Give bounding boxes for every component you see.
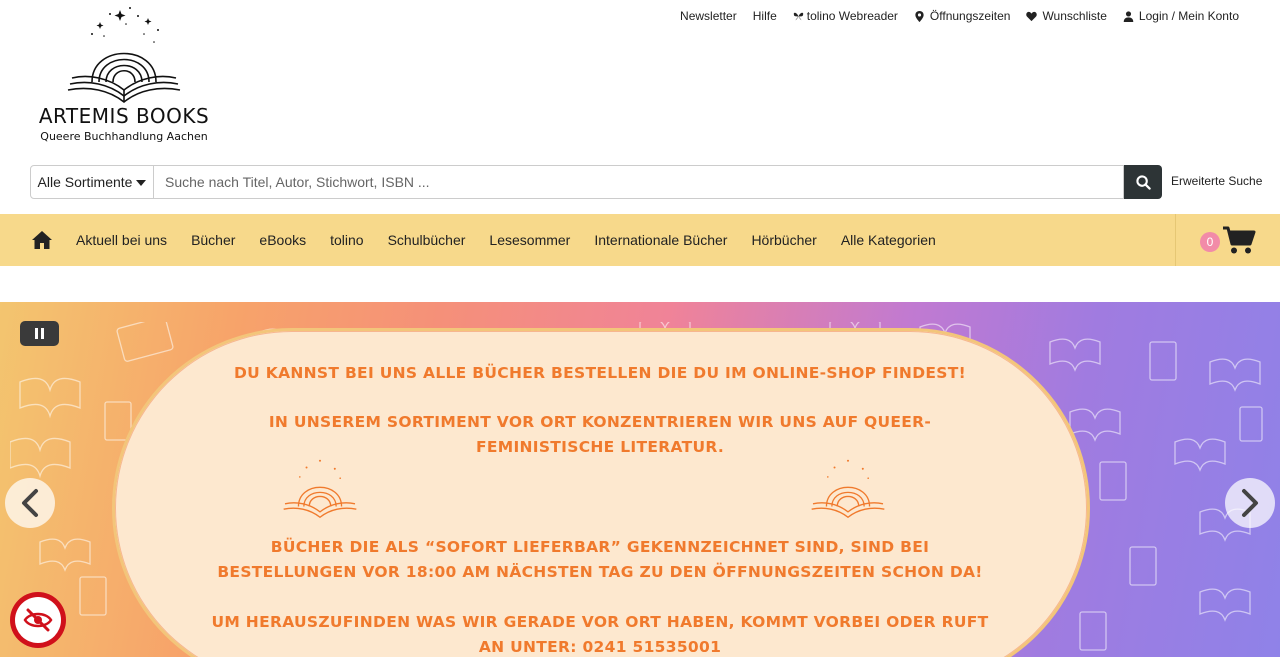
- nav-item-alle-kategorien[interactable]: Alle Kategorien: [829, 214, 948, 266]
- map-pin-icon: [915, 10, 924, 22]
- logo-rainbow-book-icon: [811, 459, 885, 519]
- webreader-label: tolino Webreader: [806, 9, 898, 23]
- search-input[interactable]: [154, 165, 1124, 199]
- hours-link[interactable]: Öffnungszeiten: [914, 8, 1011, 24]
- slider-next-button[interactable]: [1225, 478, 1275, 528]
- login-label: Login / Mein Konto: [1138, 9, 1239, 23]
- privacy-consent-button[interactable]: [10, 592, 66, 648]
- nav-item-aktuell[interactable]: Aktuell bei uns: [64, 214, 179, 266]
- banner-line-1: Du kannst bei uns alle Bücher bestellen …: [234, 364, 966, 382]
- nav-item-hoerbuecher[interactable]: Hörbücher: [739, 214, 828, 266]
- logo-title: ARTEMIS BOOKS: [38, 104, 210, 128]
- newsletter-link[interactable]: Newsletter: [680, 8, 737, 24]
- cart-count-badge: 0: [1200, 232, 1220, 252]
- banner-line-4a: Um herauszufinden was wir gerade vor Ort…: [211, 613, 989, 631]
- cart-icon: [1223, 226, 1256, 254]
- slider-pause-button[interactable]: [20, 321, 59, 346]
- top-links: Newsletter Hilfe tolino Webreader Öffnun…: [680, 8, 1239, 24]
- banner-line-4b: an unter: 0241 51535001: [478, 638, 722, 656]
- logo-subtitle: Queere Buchhandlung Aachen: [40, 130, 208, 143]
- nav-item-lesesommer[interactable]: Lesesommer: [477, 214, 582, 266]
- caret-down-icon: [136, 180, 147, 186]
- category-select[interactable]: Alle Sortimente: [30, 165, 154, 199]
- nav-item-tolino[interactable]: tolino: [318, 214, 375, 266]
- search-icon: [1135, 174, 1151, 190]
- newsletter-label: Newsletter: [680, 9, 737, 23]
- nav-item-buecher[interactable]: Bücher: [179, 214, 247, 266]
- banner-line-2a: In unserem Sortiment vor Ort konzentrier…: [268, 413, 932, 431]
- webreader-link[interactable]: tolino Webreader: [793, 8, 898, 24]
- slider-prev-button[interactable]: [5, 478, 55, 528]
- butterfly-icon: [793, 12, 803, 20]
- logo-rainbow-book-icon: [67, 7, 181, 104]
- wishlist-link[interactable]: Wunschliste: [1026, 8, 1107, 24]
- banner-line-3a: Bücher die als “sofort lieferbar” gekenn…: [270, 538, 930, 556]
- main-nav: Aktuell bei uns Bücher eBooks tolino Sch…: [0, 214, 1280, 266]
- banner-line-3b: Bestellungen vor 18:00 am nächsten Tag z…: [217, 563, 983, 581]
- hours-label: Öffnungszeiten: [929, 9, 1011, 23]
- chevron-left-icon: [22, 489, 38, 517]
- pause-icon: [35, 328, 38, 339]
- heart-icon: [1026, 11, 1038, 21]
- search-button[interactable]: [1124, 165, 1162, 199]
- help-link[interactable]: Hilfe: [753, 8, 777, 24]
- nav-item-internationale[interactable]: Internationale Bücher: [582, 214, 739, 266]
- cart-button[interactable]: 0: [1175, 214, 1280, 266]
- nav-items: Aktuell bei uns Bücher eBooks tolino Sch…: [64, 214, 948, 266]
- search-bar: Alle Sortimente: [30, 165, 1162, 199]
- nav-item-schulbuecher[interactable]: Schulbücher: [376, 214, 478, 266]
- help-label: Hilfe: [752, 9, 777, 23]
- home-icon[interactable]: [31, 230, 53, 250]
- eye-slash-icon: [23, 608, 53, 632]
- category-select-label: Alle Sortimente: [37, 174, 133, 190]
- nav-item-ebooks[interactable]: eBooks: [247, 214, 318, 266]
- site-logo[interactable]: ARTEMIS BOOKS Queere Buchhandlung Aachen: [38, 4, 210, 150]
- advanced-search-link[interactable]: Erweiterte Suche: [1171, 174, 1262, 188]
- login-link[interactable]: Login / Mein Konto: [1123, 8, 1239, 24]
- hero-slider: Du kannst bei uns alle Bücher bestellen …: [0, 302, 1280, 657]
- wishlist-label: Wunschliste: [1042, 9, 1107, 23]
- chevron-right-icon: [1242, 489, 1258, 517]
- logo-rainbow-book-icon: [283, 459, 357, 519]
- user-icon: [1123, 10, 1134, 22]
